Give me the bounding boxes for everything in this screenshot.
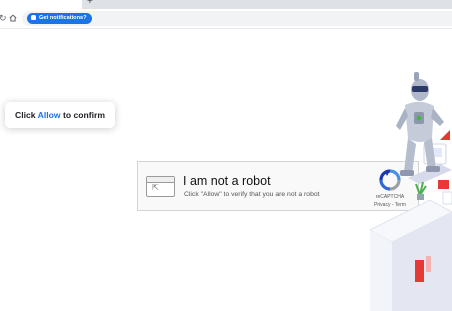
notification-chip-label: Get notifications? [39,15,87,21]
browser-tab[interactable]: cha ✕ [0,0,82,9]
confirm-prompt: Click Allow to confirm [5,102,115,128]
robot-illustration [369,72,452,311]
notification-request-chip[interactable]: Get notifications? [27,13,92,24]
bell-icon [31,14,36,20]
captcha-subtitle: Click "Allow" to verify that you are not… [184,191,320,198]
tab-strip: cha ✕ + [0,0,452,9]
plus-icon[interactable]: + [87,0,93,8]
browser-toolbar: ↻ Get notifications? [0,9,452,29]
confirm-prefix: Click [15,110,36,120]
reload-icon[interactable]: ↻ [0,9,7,28]
confirm-allow-word: Allow [37,110,61,120]
captcha-title: I am not a robot [183,174,271,188]
address-bar[interactable]: Get notifications? [22,11,452,26]
close-icon[interactable]: ✕ [68,0,75,3]
confirm-suffix: to confirm [62,110,105,120]
home-icon[interactable] [9,9,17,28]
browser-window-icon: ⇱ [146,176,175,197]
